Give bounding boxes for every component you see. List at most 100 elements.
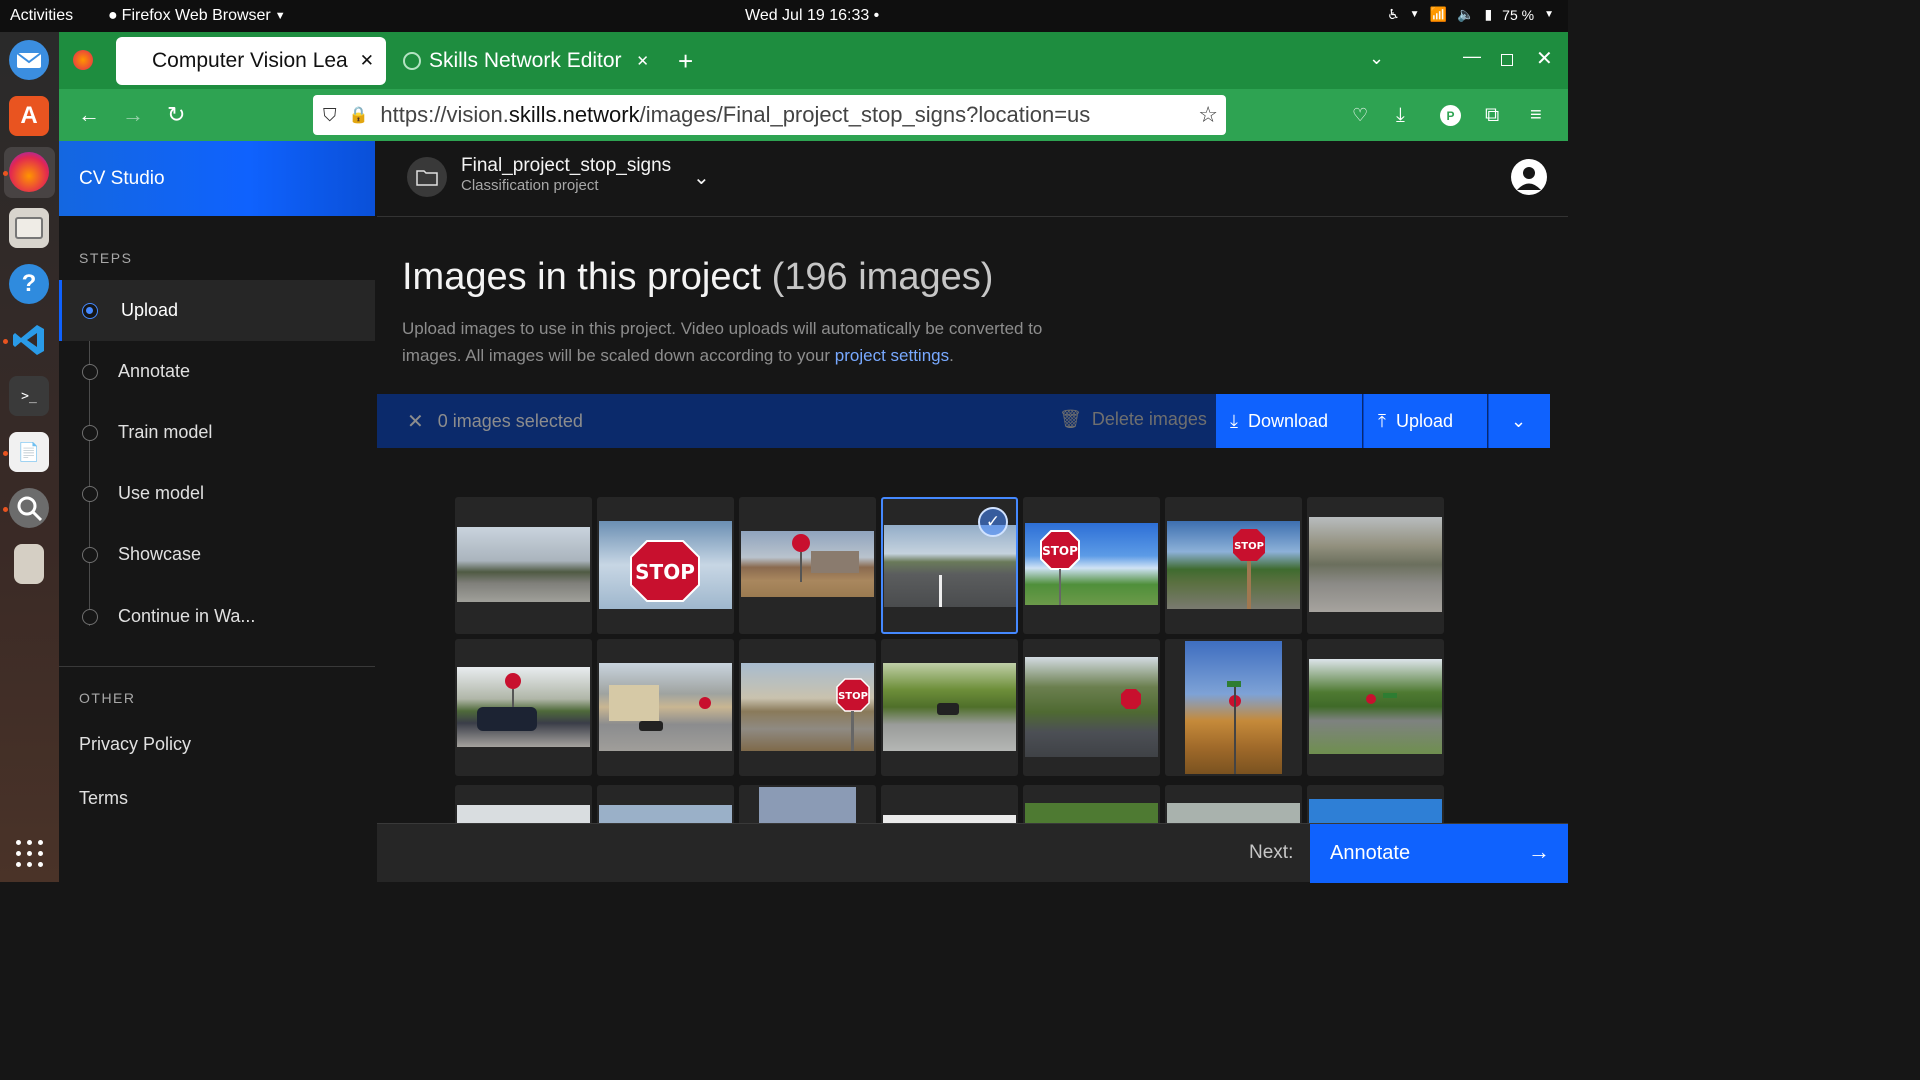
running-indicator [3, 339, 8, 344]
image-tile[interactable] [1165, 785, 1302, 823]
download-icon: ⤓ [1230, 410, 1238, 431]
forward-arrow-icon[interactable]: → [122, 102, 144, 128]
firefox-small-icon: ● [108, 7, 118, 24]
back-arrow-icon[interactable]: ← [78, 102, 100, 128]
thumbnail [1167, 803, 1300, 823]
image-tile[interactable] [881, 639, 1018, 776]
software-center-icon[interactable]: A [9, 96, 49, 136]
pocket-icon[interactable]: ♡ [1352, 105, 1368, 126]
caret-down-icon: ▼ [1544, 9, 1554, 20]
close-tab-icon[interactable]: ✕ [360, 51, 374, 71]
project-settings-link[interactable]: project settings [835, 346, 949, 365]
image-tile[interactable]: STOP [1165, 497, 1302, 634]
lock-icon[interactable]: 🔒 [349, 105, 369, 125]
step-upload[interactable]: Upload [59, 280, 375, 341]
image-tile[interactable] [1307, 785, 1444, 823]
image-tile[interactable] [1307, 497, 1444, 634]
clear-selection-icon[interactable]: ✕ [407, 409, 424, 434]
accessibility-icon[interactable]: ♿ [1387, 6, 1400, 23]
step-use-model[interactable]: Use model [59, 463, 375, 524]
close-window-icon[interactable]: ✕ [1536, 46, 1553, 71]
project-type: Classification project [461, 177, 599, 194]
url-bar[interactable]: ⛉ 🔒 https://vision.skills.network/images… [313, 95, 1226, 135]
files-icon[interactable] [9, 208, 49, 248]
new-tab-icon[interactable]: + [678, 46, 693, 77]
image-tile[interactable] [455, 497, 592, 634]
firefox-icon[interactable] [9, 152, 49, 192]
caret-down-icon: ▼ [1409, 9, 1420, 20]
delete-images-button[interactable]: 🗑 Delete images [1059, 409, 1207, 430]
download-label: Download [1247, 410, 1329, 431]
document-viewer-icon[interactable]: 📄 [9, 432, 49, 472]
upload-options-dropdown[interactable]: ⌄ [1488, 394, 1550, 448]
image-tile[interactable] [1307, 639, 1444, 776]
brand-header[interactable]: CV Studio [59, 141, 375, 216]
shield-icon[interactable]: ⛉ [323, 105, 337, 126]
show-apps-icon[interactable] [16, 840, 43, 867]
magnifier-icon[interactable] [9, 488, 49, 528]
firefox-view-icon[interactable] [73, 50, 93, 70]
privacy-policy-link[interactable]: Privacy Policy [79, 734, 191, 755]
thumbnail [599, 805, 732, 823]
terms-link[interactable]: Terms [79, 788, 128, 809]
selected-count: 0 images selected [437, 411, 583, 431]
hamburger-menu-icon[interactable]: ≡ [1530, 104, 1542, 127]
clock[interactable]: Wed Jul 19 16:33 • [745, 7, 879, 25]
image-tile[interactable] [739, 785, 876, 823]
image-tile-selected[interactable]: ✓ [881, 497, 1018, 634]
download-button[interactable]: ⤓ Download [1216, 394, 1362, 448]
profile-icon[interactable]: P [1440, 105, 1461, 126]
bookmark-star-icon[interactable]: ☆ [1198, 102, 1218, 128]
project-name[interactable]: Final_project_stop_signs [461, 155, 671, 177]
image-tile[interactable] [1023, 639, 1160, 776]
image-tile[interactable] [455, 639, 592, 776]
url-text: https://vision.skills.network/images/Fin… [380, 102, 1091, 127]
help-icon[interactable]: ? [9, 264, 49, 304]
image-tile[interactable]: STOP [1023, 497, 1160, 634]
close-tab-icon[interactable]: ✕ [636, 52, 649, 70]
tab-title: Computer Vision Lea [152, 49, 348, 72]
list-tabs-icon[interactable]: ⌄ [1369, 48, 1384, 69]
tab-computer-vision[interactable]: Computer Vision Lea ✕ [116, 37, 386, 85]
step-train-model[interactable]: Train model [59, 402, 375, 463]
step-showcase[interactable]: Showcase [59, 524, 375, 585]
steps-heading: STEPS [79, 250, 133, 266]
upload-button[interactable]: ⤒ Upload [1363, 394, 1487, 448]
activities-button[interactable]: Activities [10, 7, 73, 25]
thumbnail [1025, 803, 1158, 823]
image-tile[interactable] [455, 785, 592, 823]
vscode-icon[interactable] [9, 320, 49, 360]
user-avatar-icon[interactable] [1511, 159, 1547, 195]
downloads-icon[interactable]: ⤓ [1396, 104, 1405, 127]
image-tile[interactable]: STOP [739, 639, 876, 776]
next-annotate-button[interactable]: Annotate → [1310, 824, 1568, 883]
restore-icon[interactable] [1501, 54, 1513, 66]
thumbnail-stop-crosswalk: STOP [741, 663, 874, 751]
terminal-icon[interactable]: >_ [9, 376, 49, 416]
image-tile[interactable] [597, 639, 734, 776]
step-continue[interactable]: Continue in Wa... [59, 586, 375, 647]
image-tile[interactable] [739, 497, 876, 634]
step-annotate[interactable]: Annotate [59, 341, 375, 402]
project-dropdown-icon[interactable]: ⌄ [693, 165, 710, 190]
step-current-icon [82, 302, 98, 319]
reload-icon[interactable]: ↻ [167, 102, 185, 128]
image-tile[interactable] [881, 785, 1018, 823]
image-tile[interactable]: STOP [597, 497, 734, 634]
image-tile[interactable] [1165, 639, 1302, 776]
thumbnail-street-road [884, 525, 1016, 607]
image-tile[interactable] [1023, 785, 1160, 823]
tab-skills-network-editor[interactable]: Skills Network Editor ✕ [399, 37, 659, 85]
selected-check-icon[interactable]: ✓ [978, 507, 1008, 537]
extensions-icon[interactable]: ⧉ [1485, 104, 1499, 127]
step-label: Train model [118, 422, 213, 442]
image-tile[interactable] [597, 785, 734, 823]
thunderbird-icon[interactable] [9, 40, 49, 80]
system-tray[interactable]: ♿ ▼ 📶 🔈 ▮ 75 % ▼ [1387, 6, 1554, 23]
thumbnail-stop-building [741, 531, 874, 597]
archive-icon[interactable] [14, 544, 44, 584]
minimize-icon[interactable]: — [1463, 46, 1481, 67]
clock-text: Wed Jul 19 16:33 [745, 7, 870, 24]
app-menu[interactable]: ● Firefox Web Browser ▼ [108, 7, 286, 25]
thumbnail-stop-car [457, 667, 590, 747]
